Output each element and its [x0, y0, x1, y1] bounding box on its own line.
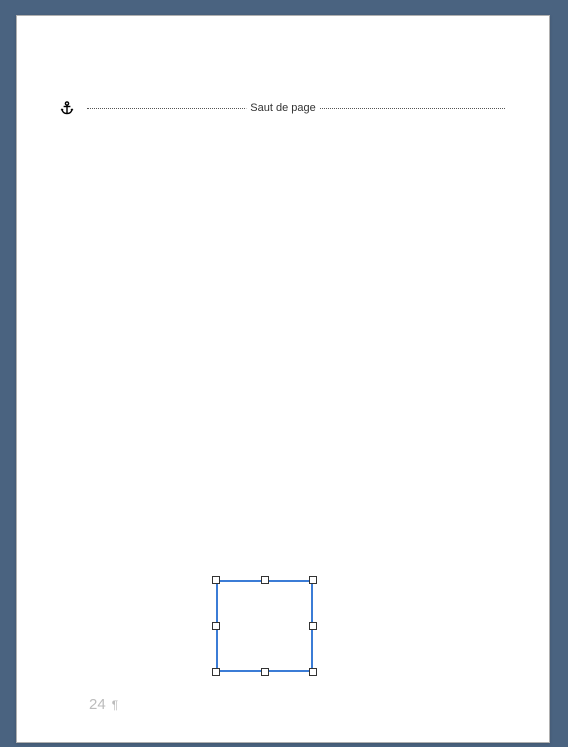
resize-handle-sw[interactable]	[212, 668, 220, 676]
pilcrow-icon: ¶	[112, 698, 118, 712]
resize-handle-se[interactable]	[309, 668, 317, 676]
resize-handle-ne[interactable]	[309, 576, 317, 584]
selected-rectangle-shape[interactable]	[216, 580, 313, 672]
resize-handle-e[interactable]	[309, 622, 317, 630]
page-number: 24	[89, 696, 106, 713]
anchor-icon[interactable]	[59, 100, 75, 116]
page-footer: 24 ¶	[89, 696, 118, 713]
page-break-label: Saut de page	[246, 102, 319, 114]
resize-handle-w[interactable]	[212, 622, 220, 630]
document-page[interactable]: Saut de page 24 ¶	[16, 15, 550, 743]
rectangle-outline[interactable]	[216, 580, 313, 672]
resize-handle-n[interactable]	[261, 576, 269, 584]
resize-handle-s[interactable]	[261, 668, 269, 676]
resize-handle-nw[interactable]	[212, 576, 220, 584]
